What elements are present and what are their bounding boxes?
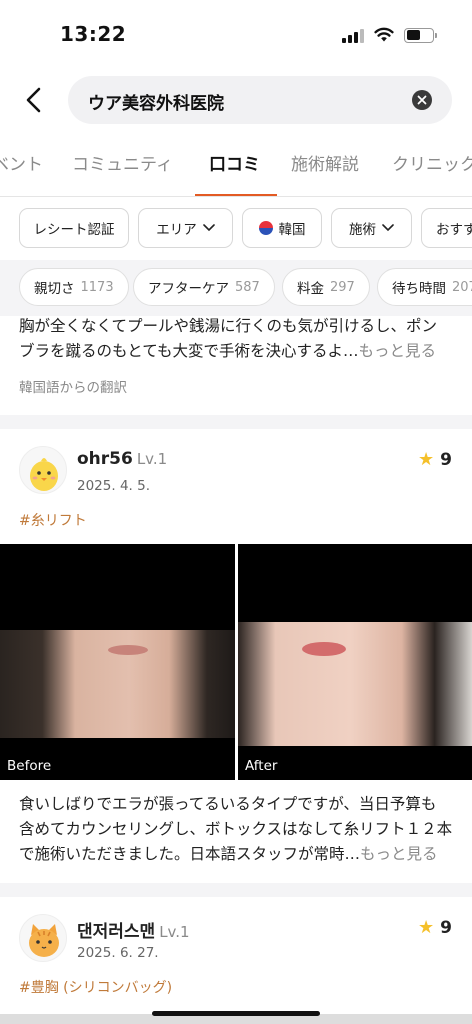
avatar[interactable] — [19, 446, 67, 494]
username: ohr56 — [77, 449, 133, 469]
chevron-down-icon — [202, 224, 215, 232]
read-more-link[interactable]: もっと見る — [360, 845, 438, 863]
chick-avatar-icon — [30, 458, 58, 491]
cat-avatar-icon — [29, 924, 59, 957]
keyword-chip[interactable]: アフターケア 587 — [133, 268, 275, 306]
filter-label: 韓国 — [278, 222, 306, 238]
status-bar: 13:22 — [0, 0, 472, 70]
filter-label: レシート認証 — [33, 222, 115, 238]
filter-area[interactable]: エリア — [138, 208, 233, 248]
filter-sort[interactable]: おすす — [421, 208, 472, 248]
review-date: 2025. 4. 5. — [77, 478, 150, 494]
rating-value: 9 — [440, 449, 452, 470]
section-divider — [0, 883, 472, 897]
review-text-line: で施術いただきました。日本語スタッフが常時… — [19, 845, 361, 863]
keyword-chip[interactable]: 料金 297 — [282, 268, 370, 306]
treatment-tag[interactable]: #豊胸 (シリコンバッグ) — [19, 977, 172, 997]
search-input[interactable]: ウア美容外科医院 — [68, 76, 452, 124]
search-query: ウア美容外科医院 — [88, 94, 224, 114]
keyword-label: 料金 — [297, 281, 324, 297]
review-date: 2025. 6. 27. — [77, 945, 159, 961]
tab-reviews[interactable]: 口コミ — [209, 150, 260, 175]
active-tab-indicator — [195, 194, 277, 196]
filter-row: レシート認証 エリア 韓国 施術 おすす — [0, 208, 472, 250]
filter-treatment[interactable]: 施術 — [331, 208, 412, 248]
review-text-line: 胸が全くなくてプールや銭湯に行くのも気が引けるし、ポン — [19, 317, 438, 335]
translation-note: 韓国語からの翻訳 — [19, 380, 127, 396]
user-level: Lv.1 — [136, 450, 168, 468]
filter-country[interactable]: 韓国 — [242, 208, 322, 248]
before-photo[interactable]: Before — [0, 544, 235, 780]
review-text-line: 含めてカウンセリングし、ボトックスはなして糸リフト１２本 — [19, 820, 453, 838]
filter-label: 施術 — [349, 222, 376, 238]
home-indicator — [152, 1011, 320, 1016]
status-icons — [342, 24, 437, 46]
filter-label: エリア — [156, 222, 197, 238]
filter-label: おすす — [436, 222, 472, 238]
before-label: Before — [7, 758, 52, 774]
keyword-label: 待ち時間 — [392, 281, 446, 297]
keyword-chip[interactable]: 待ち時間 207 — [377, 268, 472, 306]
star-icon: ★ — [418, 917, 435, 938]
review-author[interactable]: 댄저러스맨 Lv.1 — [77, 917, 190, 942]
read-more-link[interactable]: もっと見る — [358, 342, 436, 360]
treatment-tag[interactable]: #糸リフト — [19, 510, 87, 530]
review-body[interactable]: 食いしばりでエラが張ってるいるタイプですが、当日予算も 含めてカウンセリングし、… — [19, 792, 455, 867]
tab-bar: ベント コミュニティ 口コミ 施術解説 クリニック — [0, 140, 472, 197]
chevron-left-icon — [26, 87, 41, 113]
keyword-label: アフターケア — [148, 281, 229, 297]
keyword-filter-band: 親切さ 1173 アフターケア 587 料金 297 待ち時間 207 — [0, 260, 472, 316]
search-header: ウア美容外科医院 — [0, 76, 472, 124]
chevron-down-icon — [382, 224, 394, 232]
tab-clinic[interactable]: クリニック — [392, 150, 472, 175]
korea-flag-icon — [258, 221, 273, 235]
review-author[interactable]: ohr56 Lv.1 — [77, 449, 167, 469]
filter-receipt-verified[interactable]: レシート認証 — [19, 208, 129, 248]
review-body[interactable]: 胸が全くなくてプールや銭湯に行くのも気が引けるし、ポン ブラを蹴るのもとても大変… — [19, 314, 455, 364]
keyword-count: 297 — [330, 279, 355, 295]
cellular-signal-icon — [342, 27, 364, 43]
status-time: 13:22 — [60, 22, 127, 46]
keyword-chip[interactable]: 親切さ 1173 — [19, 268, 129, 306]
review-text-line: 食いしばりでエラが張ってるいるタイプですが、当日予算も — [19, 795, 437, 813]
keyword-count: 587 — [235, 279, 260, 295]
avatar[interactable] — [19, 914, 67, 962]
rating-value: 9 — [440, 917, 452, 938]
keyword-label: 親切さ — [34, 281, 75, 297]
tab-community[interactable]: コミュニティ — [72, 150, 173, 175]
review-rating: ★ 9 — [418, 449, 452, 470]
keyword-count: 207 — [452, 279, 472, 295]
user-level: Lv.1 — [159, 923, 190, 941]
clear-x-icon — [417, 95, 427, 105]
after-photo[interactable]: After — [238, 544, 472, 780]
tab-event[interactable]: ベント — [0, 150, 43, 175]
review-rating: ★ 9 — [418, 917, 452, 938]
keyword-count: 1173 — [80, 279, 114, 295]
after-image — [238, 622, 472, 746]
back-button[interactable] — [16, 82, 52, 118]
wifi-icon — [374, 27, 394, 42]
star-icon: ★ — [418, 449, 435, 470]
tab-treatment-guide[interactable]: 施術解説 — [291, 150, 359, 175]
username: 댄저러스맨 — [77, 922, 156, 942]
clear-search-button[interactable] — [412, 90, 432, 110]
battery-icon — [404, 27, 437, 43]
review-text-line: ブラを蹴るのもとても大変で手術を決心するよ… — [19, 342, 359, 360]
after-label: After — [245, 758, 278, 774]
section-divider — [0, 415, 472, 429]
